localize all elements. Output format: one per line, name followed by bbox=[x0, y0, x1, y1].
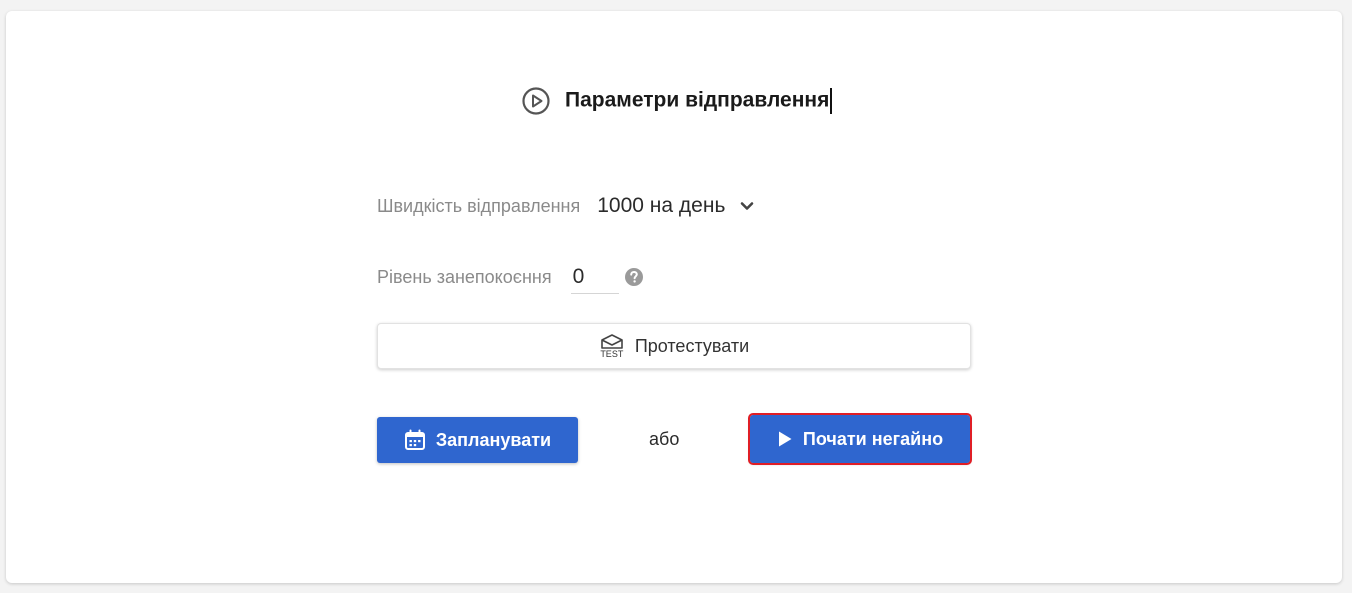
speed-select[interactable]: 1000 на день bbox=[597, 194, 755, 218]
anxiety-label: Рівень занепокоєння bbox=[377, 266, 552, 287]
test-envelope-icon: TEST bbox=[599, 333, 625, 359]
chevron-down-icon bbox=[741, 202, 754, 210]
start-now-button[interactable]: Почати негайно bbox=[748, 413, 972, 465]
anxiety-value: 0 bbox=[572, 264, 585, 288]
play-icon bbox=[778, 431, 792, 447]
page-title: Параметри відправлення bbox=[565, 88, 833, 114]
test-button-label: Протестувати bbox=[634, 335, 750, 356]
title-row: Параметри відправлення bbox=[516, 73, 833, 129]
speed-label: Швидкість відправлення bbox=[377, 195, 581, 216]
speed-value: 1000 на день bbox=[597, 194, 726, 217]
send-params-card: Параметри відправлення Швидкість відправ… bbox=[6, 11, 1342, 583]
schedule-button[interactable]: Запланувати bbox=[377, 417, 578, 463]
test-button[interactable]: TEST Протестувати bbox=[377, 323, 971, 369]
or-text: або bbox=[649, 429, 680, 449]
speed-row: Швидкість відправлення 1000 на день bbox=[377, 189, 755, 223]
anxiety-row: Рівень занепокоєння 0 bbox=[377, 259, 644, 295]
calendar-icon bbox=[404, 429, 425, 450]
play-circle-icon bbox=[522, 87, 550, 115]
question-circle-icon[interactable] bbox=[624, 267, 644, 287]
test-icon-text: TEST bbox=[600, 348, 624, 359]
schedule-button-label: Запланувати bbox=[435, 429, 552, 450]
anxiety-level-input[interactable]: 0 bbox=[570, 260, 619, 294]
text-caret bbox=[830, 88, 833, 114]
start-now-button-label: Почати негайно bbox=[802, 428, 944, 449]
